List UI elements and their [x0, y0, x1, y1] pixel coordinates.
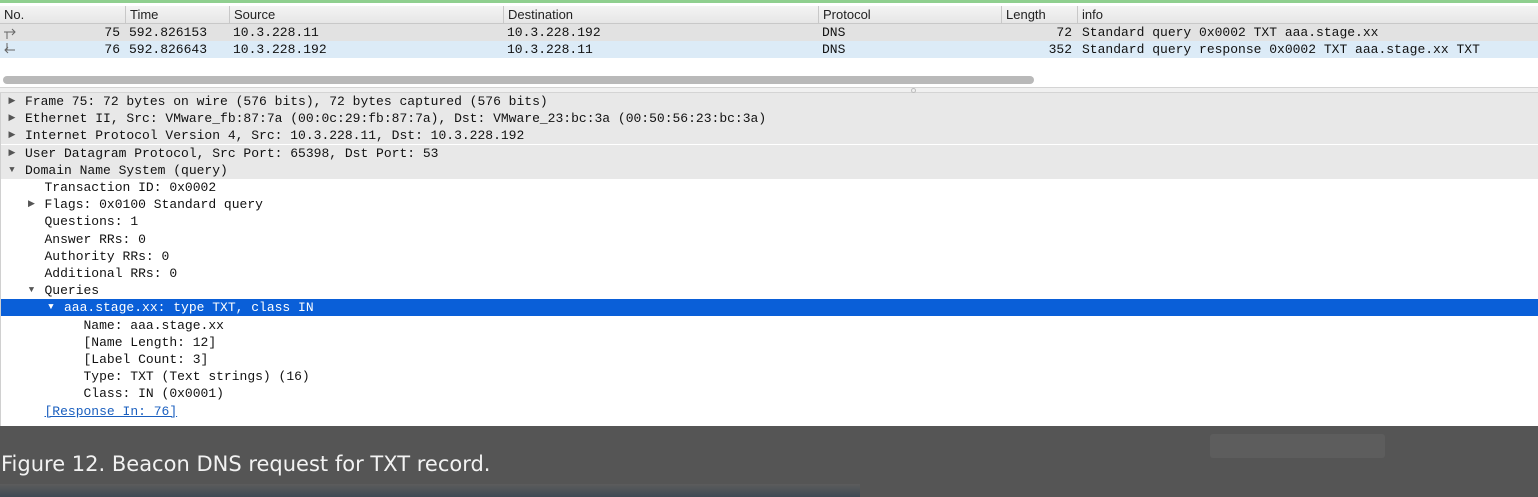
column-header-no[interactable]: No.: [0, 6, 125, 24]
tree-item[interactable]: ▼ Domain Name System (query): [1, 161, 1538, 179]
collapsed-arrow-icon[interactable]: ▶: [6, 93, 18, 110]
packet-info: Standard query 0x0002 TXT aaa.stage.xx: [1082, 25, 1379, 40]
column-header-protocol[interactable]: Protocol: [818, 6, 1001, 24]
tree-item-label: Class: IN (0x0001): [83, 386, 224, 402]
tree-item[interactable]: ▶ Frame 75: 72 bytes on wire (576 bits), …: [1, 93, 1538, 110]
packet-list-pane: No. Time Source Destination Protocol Len…: [0, 0, 1538, 87]
tree-item-label: Type: TXT (Text strings) (16): [83, 369, 310, 385]
response-relation-icon: [4, 43, 15, 54]
tree-item[interactable]: ▶ User Datagram Protocol, Src Port: 65398…: [1, 144, 1538, 162]
tree-item[interactable]: Type: TXT (Text strings) (16): [1, 368, 1538, 385]
tree-item[interactable]: Authority RRs: 0: [1, 248, 1538, 265]
tree-item[interactable]: Questions: 1: [1, 213, 1538, 230]
response-in-link[interactable]: [Response In: 76]: [45, 403, 178, 420]
horizontal-scrollbar[interactable]: [3, 76, 1034, 84]
tree-item-selected[interactable]: ▼ aaa.stage.xx: type TXT, class IN: [1, 299, 1538, 317]
tree-item-label: Internet Protocol Version 4, Src: 10.3.2…: [25, 128, 525, 144]
packet-destination: 10.3.228.11: [507, 42, 593, 57]
figure-caption: Figure 12. Beacon DNS request for TXT re…: [1, 452, 491, 476]
expanded-arrow-icon[interactable]: ▼: [6, 162, 18, 179]
packet-source: 10.3.228.192: [233, 42, 327, 57]
packet-row-75[interactable]: 75 592.826153 10.3.228.11 10.3.228.192 D…: [0, 24, 1538, 41]
packet-time: 592.826153: [129, 25, 208, 40]
column-header-info[interactable]: info: [1077, 6, 1538, 24]
tree-item[interactable]: ▶ Ethernet II, Src: VMware_fb:87:7a (00:0…: [1, 110, 1538, 128]
tree-item[interactable]: ▶ Flags: 0x0100 Standard query: [1, 196, 1538, 213]
tree-item[interactable]: [Name Length: 12]: [1, 334, 1538, 351]
tree-item[interactable]: Answer RRs: 0: [1, 231, 1538, 248]
packet-protocol: DNS: [822, 25, 846, 40]
tree-item[interactable]: [Response In: 76]: [1, 403, 1538, 420]
collapsed-arrow-icon[interactable]: ▶: [6, 110, 18, 127]
tree-item-label: User Datagram Protocol, Src Port: 65398,…: [25, 145, 439, 161]
request-relation-icon: [4, 28, 16, 39]
tree-item[interactable]: ▶ Internet Protocol Version 4, Src: 10.3.…: [1, 127, 1538, 145]
column-header-source[interactable]: Source: [229, 6, 503, 24]
tree-item-label: Additional RRs: 0: [44, 266, 178, 281]
tree-item[interactable]: Name: aaa.stage.xx: [1, 317, 1538, 334]
figure-caption-band: Figure 12. Beacon DNS request for TXT re…: [0, 426, 1538, 497]
packet-row-76[interactable]: 76 592.826643 10.3.228.192 10.3.228.11 D…: [0, 41, 1538, 58]
packet-protocol: DNS: [822, 42, 846, 57]
column-header-destination[interactable]: Destination: [503, 6, 818, 24]
tree-item-label: Transaction ID: 0x0002: [44, 180, 217, 195]
packet-details-pane: ▶ Frame 75: 72 bytes on wire (576 bits), …: [0, 93, 1538, 426]
tree-item-label: Domain Name System (query): [25, 162, 228, 178]
tree-item-label: Frame 75: 72 bytes on wire (576 bits), 7…: [25, 94, 548, 109]
tree-item-label: aaa.stage.xx: type TXT, class IN: [64, 300, 314, 316]
expanded-arrow-icon[interactable]: ▼: [45, 299, 57, 316]
tree-item[interactable]: ▼ Queries: [1, 282, 1538, 299]
packet-length: 72: [1056, 25, 1072, 40]
collapsed-arrow-icon[interactable]: ▶: [26, 196, 38, 213]
column-header-time[interactable]: Time: [125, 6, 229, 24]
packet-source: 10.3.228.11: [233, 25, 319, 40]
blurred-background-strip: [0, 484, 860, 497]
tree-item-label: Queries: [44, 283, 100, 299]
collapsed-arrow-icon[interactable]: ▶: [6, 145, 18, 162]
tree-item-label: Questions: 1: [44, 214, 139, 230]
blurred-background-element: [1210, 434, 1385, 458]
packet-no: 75: [104, 25, 120, 40]
tree-item-label: Authority RRs: 0: [44, 248, 170, 264]
expanded-arrow-icon[interactable]: ▼: [26, 282, 38, 299]
packet-destination: 10.3.228.192: [507, 25, 601, 40]
tree-item[interactable]: Class: IN (0x0001): [1, 385, 1538, 402]
packet-no: 76: [104, 42, 120, 57]
packet-time: 592.826643: [129, 42, 208, 57]
tree-item-label: Flags: 0x0100 Standard query: [44, 197, 263, 213]
collapsed-arrow-icon[interactable]: ▶: [6, 127, 18, 144]
tree-item-label: [Label Count: 3]: [83, 352, 209, 367]
packet-list-header: No. Time Source Destination Protocol Len…: [0, 6, 1538, 24]
tree-item-label: Ethernet II, Src: VMware_fb:87:7a (00:0c…: [25, 111, 767, 127]
tree-item[interactable]: Transaction ID: 0x0002: [1, 179, 1538, 196]
tree-item-label: [Name Length: 12]: [83, 334, 217, 350]
column-header-length[interactable]: Length: [1001, 6, 1077, 24]
tree-item-label: Answer RRs: 0: [44, 231, 146, 247]
tree-item[interactable]: [Label Count: 3]: [1, 351, 1538, 368]
packet-info: Standard query response 0x0002 TXT aaa.s…: [1082, 42, 1480, 57]
tree-item[interactable]: Additional RRs: 0: [1, 265, 1538, 282]
tree-item-label: Name: aaa.stage.xx: [83, 317, 224, 333]
packet-length: 352: [1048, 42, 1072, 57]
